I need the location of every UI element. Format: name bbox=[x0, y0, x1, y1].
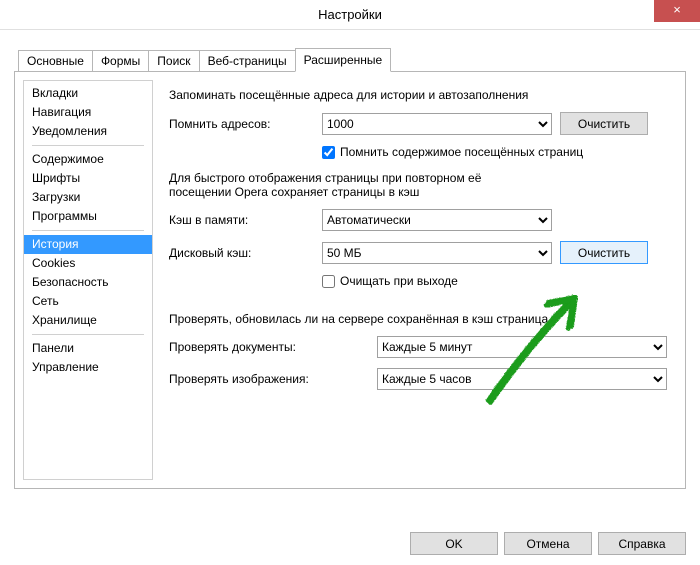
sidebar-item-programs[interactable]: Программы bbox=[24, 207, 152, 226]
remember-addresses-select[interactable]: 1000 bbox=[322, 113, 552, 135]
sidebar-item-fonts[interactable]: Шрифты bbox=[24, 169, 152, 188]
sidebar-item-storage[interactable]: Хранилище bbox=[24, 311, 152, 330]
sidebar-item-panels[interactable]: Панели bbox=[24, 339, 152, 358]
sidebar-item-cookies[interactable]: Cookies bbox=[24, 254, 152, 273]
tab-search[interactable]: Поиск bbox=[148, 50, 199, 71]
sidebar-divider bbox=[32, 145, 144, 146]
sidebar-item-history[interactable]: История bbox=[24, 235, 152, 254]
remember-content-label: Помнить содержимое посещённых страниц bbox=[340, 145, 583, 159]
sidebar-item-management[interactable]: Управление bbox=[24, 358, 152, 377]
clear-cache-button[interactable]: Очистить bbox=[560, 241, 648, 264]
cancel-button[interactable]: Отмена bbox=[504, 532, 592, 555]
tab-strip: Основные Формы Поиск Веб-страницы Расшир… bbox=[14, 48, 686, 71]
help-button[interactable]: Справка bbox=[598, 532, 686, 555]
dialog-footer: OK Отмена Справка bbox=[410, 532, 686, 555]
settings-panel: Вкладки Навигация Уведомления Содержимое… bbox=[14, 71, 686, 489]
memory-cache-select[interactable]: Автоматически bbox=[322, 209, 552, 231]
content-area: Запоминать посещённые адреса для истории… bbox=[153, 72, 685, 488]
sidebar-item-network[interactable]: Сеть bbox=[24, 292, 152, 311]
check-images-label: Проверять изображения: bbox=[169, 372, 369, 386]
tab-webpages[interactable]: Веб-страницы bbox=[199, 50, 296, 71]
sidebar: Вкладки Навигация Уведомления Содержимое… bbox=[23, 80, 153, 480]
cache-intro-line1: Для быстрого отображения страницы при по… bbox=[169, 171, 667, 185]
sidebar-divider bbox=[32, 230, 144, 231]
disk-cache-select[interactable]: 50 МБ bbox=[322, 242, 552, 264]
cache-intro-line2: посещении Opera сохраняет страницы в кэш bbox=[169, 185, 667, 199]
disk-cache-label: Дисковый кэш: bbox=[169, 246, 314, 260]
check-documents-label: Проверять документы: bbox=[169, 340, 369, 354]
remember-addresses-label: Помнить адресов: bbox=[169, 117, 314, 131]
clear-on-exit-label: Очищать при выходе bbox=[340, 274, 458, 288]
window-title: Настройки bbox=[0, 0, 700, 30]
close-button[interactable]: × bbox=[654, 0, 700, 22]
sidebar-item-security[interactable]: Безопасность bbox=[24, 273, 152, 292]
sidebar-item-notifications[interactable]: Уведомления bbox=[24, 122, 152, 141]
ok-button[interactable]: OK bbox=[410, 532, 498, 555]
titlebar: Настройки × bbox=[0, 0, 700, 30]
sidebar-item-navigation[interactable]: Навигация bbox=[24, 103, 152, 122]
verify-intro: Проверять, обновилась ли на сервере сохр… bbox=[169, 312, 667, 326]
sidebar-divider bbox=[32, 334, 144, 335]
clear-history-button[interactable]: Очистить bbox=[560, 112, 648, 135]
sidebar-item-downloads[interactable]: Загрузки bbox=[24, 188, 152, 207]
memory-cache-label: Кэш в памяти: bbox=[169, 213, 314, 227]
history-intro: Запоминать посещённые адреса для истории… bbox=[169, 88, 667, 102]
clear-on-exit-checkbox[interactable] bbox=[322, 275, 335, 288]
check-documents-select[interactable]: Каждые 5 минут bbox=[377, 336, 667, 358]
sidebar-item-tabs[interactable]: Вкладки bbox=[24, 84, 152, 103]
sidebar-item-content[interactable]: Содержимое bbox=[24, 150, 152, 169]
tab-main[interactable]: Основные bbox=[18, 50, 93, 71]
tab-forms[interactable]: Формы bbox=[92, 50, 149, 71]
check-images-select[interactable]: Каждые 5 часов bbox=[377, 368, 667, 390]
tab-advanced[interactable]: Расширенные bbox=[295, 48, 392, 72]
remember-content-checkbox[interactable] bbox=[322, 146, 335, 159]
